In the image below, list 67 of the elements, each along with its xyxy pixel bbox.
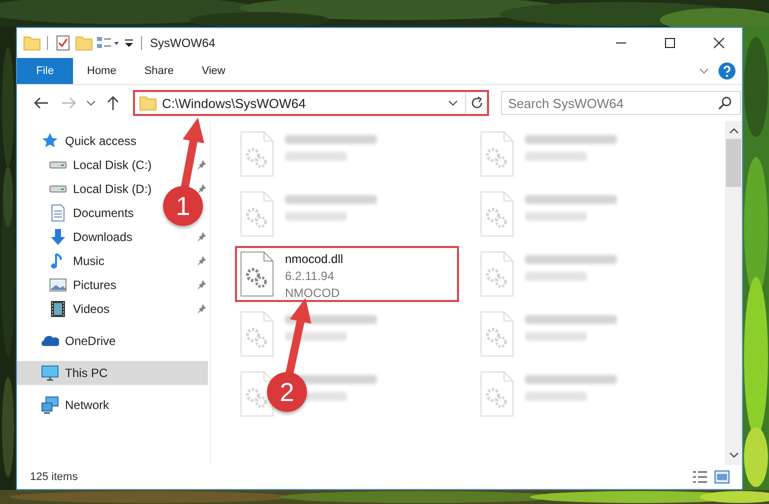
dll-file-icon <box>479 311 515 357</box>
ribbon-tab[interactable]: Home <box>73 58 130 84</box>
dll-file-icon <box>479 251 515 297</box>
dll-file-icon <box>479 371 515 417</box>
pin-icon[interactable] <box>195 255 207 267</box>
down-arrow-icon <box>49 228 67 246</box>
picture-icon <box>49 278 67 292</box>
address-bar[interactable]: C:\Windows\SysWOW64 <box>133 90 489 116</box>
cloud-icon <box>41 335 59 347</box>
blurred-text <box>525 152 587 161</box>
back-arrow-icon[interactable] <box>33 95 49 111</box>
file-item[interactable]: nmocod.dll 6.2.11.94 NMOCOD <box>235 246 459 302</box>
chevron-up-icon[interactable] <box>728 126 738 134</box>
star-icon <box>41 132 59 150</box>
dll-file-icon <box>239 371 275 417</box>
scrollbar[interactable] <box>725 121 742 465</box>
pin-icon[interactable] <box>195 231 207 243</box>
sidebar-item[interactable]: Quick access <box>17 129 210 153</box>
pin-icon[interactable] <box>195 159 207 171</box>
dll-file-icon <box>239 131 275 177</box>
pin-icon[interactable] <box>195 303 207 315</box>
window-title: SysWOW64 <box>150 36 216 50</box>
blurred-text <box>525 332 587 341</box>
sidebar-item[interactable]: This PC <box>17 361 208 385</box>
blurred-text <box>525 212 587 221</box>
dll-file-icon <box>479 191 515 237</box>
sidebar-item[interactable]: Downloads <box>49 225 132 249</box>
computer-icon <box>41 364 59 382</box>
sidebar-item[interactable]: Documents <box>49 201 134 225</box>
film-icon <box>49 300 67 318</box>
sidebar-item[interactable]: Pictures <box>49 273 116 297</box>
dll-file-icon <box>239 191 275 237</box>
document-icon <box>49 204 67 222</box>
blurred-text <box>525 272 587 281</box>
dll-file-icon <box>239 311 275 357</box>
up-arrow-icon[interactable] <box>105 95 121 111</box>
pin-icon[interactable] <box>195 279 207 291</box>
file-menu-button[interactable]: File <box>17 58 73 84</box>
ribbon-tab[interactable]: Share <box>130 58 188 84</box>
details-view-icon[interactable] <box>692 470 708 484</box>
folder-icon <box>139 94 157 112</box>
help-icon[interactable] <box>718 62 736 80</box>
search-field[interactable]: Search SysWOW64 <box>501 91 741 115</box>
sidebar-item[interactable]: OneDrive <box>17 329 210 353</box>
maximize-icon <box>664 37 676 49</box>
properties-icon[interactable] <box>54 34 72 52</box>
blurred-text <box>285 212 347 221</box>
sidebar-item[interactable]: Music <box>49 249 104 273</box>
scrollbar-thumb[interactable] <box>726 139 741 187</box>
sidebar-item[interactable]: Local Disk (C:) <box>49 153 152 177</box>
sidebar-item[interactable]: Videos <box>49 297 110 321</box>
sidebar-item[interactable]: Network <box>17 393 210 417</box>
ribbon-tab[interactable]: View <box>188 58 240 84</box>
large-icons-view-icon[interactable] <box>714 470 730 484</box>
item-count: 125 items <box>30 471 78 483</box>
blurred-text <box>525 392 587 401</box>
blurred-text <box>285 152 347 161</box>
drive-icon <box>49 185 67 193</box>
drive-icon <box>49 161 67 169</box>
dll-file-icon <box>239 251 275 297</box>
chevron-down-icon[interactable] <box>728 452 738 460</box>
close-icon <box>713 37 725 49</box>
search-icon[interactable] <box>718 96 732 110</box>
sidebar-item[interactable]: Local Disk (D:) <box>49 177 152 201</box>
refresh-icon <box>470 96 484 110</box>
dll-file-icon <box>479 131 515 177</box>
network-icon <box>41 396 59 414</box>
